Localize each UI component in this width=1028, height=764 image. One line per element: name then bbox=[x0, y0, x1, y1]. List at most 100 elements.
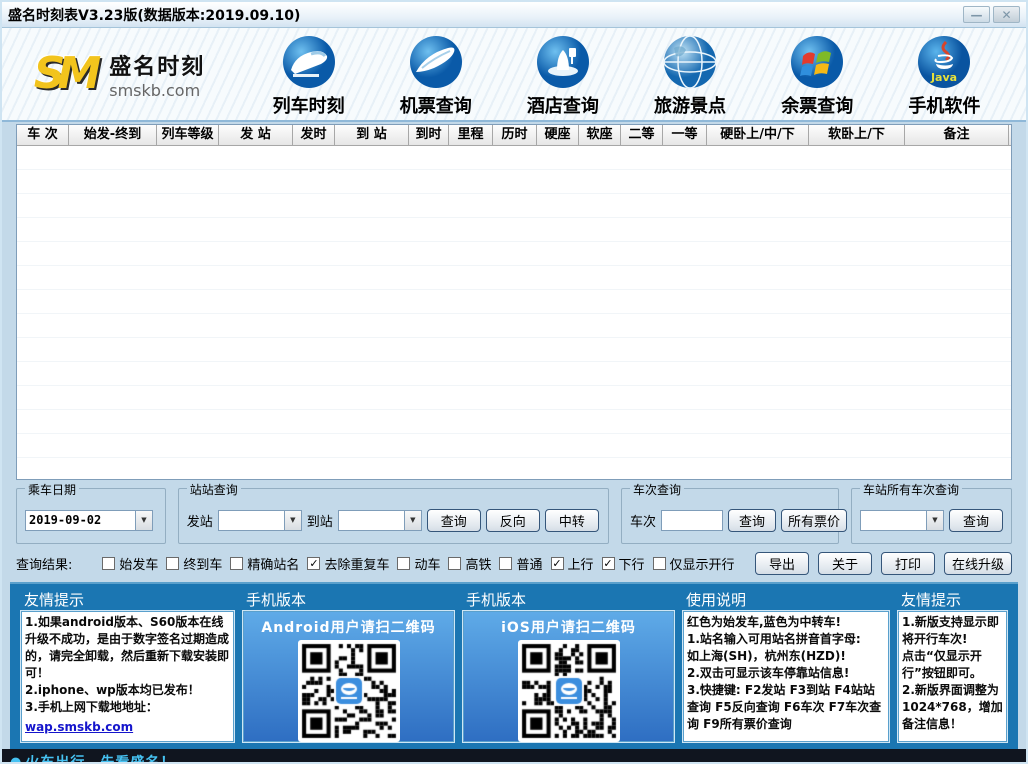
status-bar: ● 火车出行，先看盛名！ bbox=[2, 749, 1026, 764]
panel-content: Android用户请扫二维码 bbox=[242, 610, 455, 743]
transfer-button[interactable]: 中转 bbox=[544, 508, 599, 532]
toolbar-item-mobile-software[interactable]: Java 手机软件 bbox=[908, 34, 980, 118]
all-trains-station-value bbox=[861, 511, 926, 530]
column-header-dep-station[interactable]: 发 站 bbox=[219, 125, 293, 146]
checkbox-box[interactable] bbox=[448, 556, 462, 570]
brand-name: 盛名时刻 bbox=[109, 54, 206, 80]
panel-content: 红色为始发车,蓝色为中转车! 1.站名输入可用站名拼音首字母: 如上海(SH)，… bbox=[682, 610, 890, 743]
window-title: 盛名时刻表V3.23版(数据版本:2019.09.10) bbox=[8, 7, 301, 24]
status-bullet-icon: ● bbox=[10, 754, 22, 764]
checkbox-originating-train[interactable]: 始发车 bbox=[102, 554, 158, 573]
tip-line: 2.新版界面调整为1024*768，增加备注信息！ bbox=[902, 683, 1003, 731]
checkbox-box[interactable] bbox=[499, 556, 513, 570]
panel-content: 1.新版支持显示即将开行车次! 点击“仅显示开行”按钮即可。 2.新版界面调整为… bbox=[897, 610, 1008, 743]
column-header-train-class[interactable]: 列车等级 bbox=[157, 125, 219, 146]
toolbar-item-flight-search[interactable]: 机票查询 bbox=[400, 34, 472, 118]
about-button[interactable]: 关于 bbox=[817, 551, 872, 575]
ride-date-select[interactable]: 2019-09-02 ▼ bbox=[25, 509, 153, 531]
to-station-label: 到站 bbox=[306, 514, 333, 530]
column-header-soft-seat[interactable]: 软座 bbox=[579, 125, 621, 146]
checkbox-high-speed[interactable]: 高铁 bbox=[448, 554, 491, 573]
station-all-search-button[interactable]: 查询 bbox=[948, 508, 1003, 532]
plane-icon bbox=[408, 34, 464, 90]
chevron-down-icon[interactable]: ▼ bbox=[925, 510, 943, 530]
checkbox-only-running[interactable]: 仅显示开行 bbox=[652, 554, 735, 573]
java-icon: Java bbox=[916, 34, 972, 90]
tip-line: 1.新版支持显示即将开行车次! bbox=[902, 615, 999, 646]
panel-friendly-tips-right: 友情提示 1.新版支持显示即将开行车次! 点击“仅显示开行”按钮即可。 2.新版… bbox=[897, 586, 1008, 743]
print-button[interactable]: 打印 bbox=[880, 551, 935, 575]
to-station-value bbox=[339, 511, 404, 530]
checkbox-up-direction[interactable]: 上行 bbox=[550, 554, 594, 573]
checkbox-box[interactable] bbox=[102, 556, 116, 570]
toolbar-item-tourist-spots[interactable]: 旅游景点 bbox=[654, 34, 726, 118]
wap-download-link[interactable]: wap.smskb.com bbox=[25, 720, 133, 734]
train-search-button[interactable]: 查询 bbox=[728, 508, 777, 532]
checkbox-down-direction[interactable]: 下行 bbox=[601, 554, 645, 573]
column-header-second-class[interactable]: 二等 bbox=[621, 125, 663, 146]
table-body-empty[interactable] bbox=[17, 146, 1011, 479]
online-upgrade-button[interactable]: 在线升级 bbox=[943, 551, 1012, 575]
checkbox-label: 始发车 bbox=[119, 557, 159, 573]
checkbox-box[interactable] bbox=[166, 556, 180, 570]
checkbox-d-train[interactable]: 动车 bbox=[397, 554, 440, 573]
column-header-remarks[interactable]: 备注 bbox=[905, 125, 1009, 146]
chevron-down-icon[interactable]: ▼ bbox=[283, 510, 301, 530]
checkbox-box[interactable] bbox=[550, 556, 564, 570]
from-station-select[interactable]: ▼ bbox=[217, 509, 302, 531]
station-search-button[interactable]: 查询 bbox=[426, 508, 481, 532]
table-header-row: 车 次 始发-终到 列车等级 发 站 发时 到 站 到时 里程 历时 硬座 软座… bbox=[17, 125, 1011, 146]
train-number-input[interactable] bbox=[661, 509, 723, 531]
export-button[interactable]: 导出 bbox=[754, 551, 809, 575]
tip-line: 1.站名输入可用站名拼音首字母: bbox=[687, 632, 861, 646]
checkbox-label: 动车 bbox=[414, 557, 441, 573]
all-trains-station-select[interactable]: ▼ bbox=[859, 509, 944, 531]
column-header-hard-sleeper[interactable]: 硬卧上/中/下 bbox=[707, 125, 809, 146]
from-station-value bbox=[219, 511, 284, 530]
checkbox-box[interactable] bbox=[601, 556, 615, 570]
chevron-down-icon[interactable]: ▼ bbox=[135, 510, 152, 530]
train-icon bbox=[281, 34, 337, 90]
column-header-arr-station[interactable]: 到 站 bbox=[335, 125, 409, 146]
checkbox-box[interactable] bbox=[230, 556, 244, 570]
minimize-button[interactable]: — bbox=[963, 6, 990, 23]
windows-icon bbox=[789, 34, 845, 90]
reverse-button[interactable]: 反向 bbox=[485, 508, 540, 532]
checkbox-label: 下行 bbox=[618, 557, 645, 573]
column-header-origin-dest[interactable]: 始发-终到 bbox=[69, 125, 157, 146]
checkbox-box[interactable] bbox=[397, 556, 411, 570]
chevron-down-icon[interactable]: ▼ bbox=[403, 510, 421, 530]
ride-date-group: 乘车日期 2019-09-02 ▼ bbox=[16, 481, 166, 544]
panel-content: iOS用户请扫二维码 bbox=[462, 610, 675, 743]
query-controls: 乘车日期 2019-09-02 ▼ 站站查询 发站 ▼ 到站 ▼ 查询 反向 中… bbox=[16, 481, 1012, 544]
column-header-soft-sleeper[interactable]: 软卧上/下 bbox=[809, 125, 905, 146]
column-header-distance[interactable]: 里程 bbox=[449, 125, 493, 146]
column-header-first-class[interactable]: 一等 bbox=[663, 125, 707, 146]
toolbar-item-hotel-search[interactable]: 酒店查询 bbox=[527, 34, 599, 118]
brand-domain: smskb.com bbox=[109, 80, 201, 100]
checkbox-remove-duplicates[interactable]: 去除重复车 bbox=[307, 554, 389, 573]
column-header-dep-time[interactable]: 发时 bbox=[293, 125, 335, 146]
all-fares-button[interactable]: 所有票价 bbox=[781, 508, 848, 532]
checkbox-exact-station-name[interactable]: 精确站名 bbox=[230, 554, 299, 573]
panel-title: 友情提示 bbox=[901, 591, 962, 609]
column-header-arr-time[interactable]: 到时 bbox=[409, 125, 449, 146]
checkbox-terminating-train[interactable]: 终到车 bbox=[166, 554, 222, 573]
close-button[interactable]: ✕ bbox=[993, 6, 1020, 23]
to-station-select[interactable]: ▼ bbox=[337, 509, 422, 531]
column-header-hard-seat[interactable]: 硬座 bbox=[537, 125, 579, 146]
toolbar-item-train-times[interactable]: 列车时刻 bbox=[273, 34, 345, 118]
sm-logo-icon: SM bbox=[33, 48, 102, 99]
panel-title: 手机版本 bbox=[246, 591, 307, 609]
checkbox-box[interactable] bbox=[652, 556, 666, 570]
checkbox-box[interactable] bbox=[307, 556, 321, 570]
app-window: 盛名时刻表V3.23版(数据版本:2019.09.10) — ✕ SM 盛名时刻… bbox=[0, 0, 1028, 764]
checkbox-label: 普通 bbox=[516, 557, 543, 573]
column-header-train-no[interactable]: 车 次 bbox=[17, 125, 69, 146]
toolbar: SM 盛名时刻 smskb.com 列车时刻 机票查询 酒店查询 旅游景点 余票… bbox=[2, 28, 1026, 122]
window-controls: — ✕ bbox=[963, 6, 1020, 23]
column-header-duration[interactable]: 历时 bbox=[493, 125, 537, 146]
toolbar-item-remaining-tickets[interactable]: 余票查询 bbox=[781, 34, 853, 118]
checkbox-ordinary[interactable]: 普通 bbox=[499, 554, 543, 573]
station-all-trains-group: 车站所有车次查询 ▼ 查询 bbox=[850, 481, 1012, 544]
